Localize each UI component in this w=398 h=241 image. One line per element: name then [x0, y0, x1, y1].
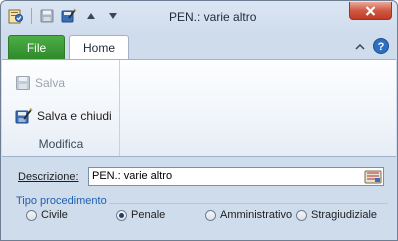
minimize-ribbon-icon[interactable] — [355, 41, 365, 54]
form-area: Descrizione: PEN.: varie altro Tipo proc… — [2, 158, 396, 240]
radio-stragiudiziale[interactable]: Stragiudiziale — [296, 209, 377, 221]
close-icon — [365, 5, 376, 16]
radio-label: Stragiudiziale — [311, 209, 378, 221]
radio-civile[interactable]: Civile — [26, 209, 68, 221]
window-title: PEN.: varie altro — [169, 10, 257, 24]
save-label: Salva — [35, 76, 66, 90]
descrizione-input[interactable]: PEN.: varie altro — [88, 167, 384, 186]
radio-button[interactable] — [205, 209, 216, 221]
app-window: PEN.: varie altro File Home ? Salva Salv… — [0, 0, 398, 241]
help-icon[interactable]: ? — [373, 38, 389, 57]
ribbon-group-modifica: Salva Salva e chiudi Modifica — [2, 60, 120, 156]
save-close-label: Salva e chiudi — [37, 109, 112, 123]
lookup-book-icon — [364, 170, 381, 183]
tab-home[interactable]: Home — [69, 35, 129, 60]
descrizione-lookup-button[interactable] — [362, 168, 383, 185]
radio-amministrativo[interactable]: Amministrativo — [205, 209, 292, 221]
radio-button[interactable] — [26, 209, 37, 221]
radio-label: Amministrativo — [220, 209, 293, 221]
svg-text:?: ? — [378, 41, 385, 53]
radio-label: Civile — [41, 209, 68, 221]
group-label-modifica: Modifica — [38, 137, 84, 151]
radio-button[interactable] — [296, 209, 307, 221]
radio-button[interactable] — [116, 209, 127, 221]
radio-label: Penale — [131, 209, 166, 221]
save-close-icon[interactable] — [60, 7, 78, 25]
arrow-down-icon[interactable] — [104, 7, 122, 25]
save-icon[interactable] — [38, 7, 56, 25]
descrizione-label: Descrizione: — [18, 171, 79, 183]
save-icon — [16, 76, 30, 90]
ribbon-panel: Salva Salva e chiudi Modifica — [2, 59, 396, 157]
arrow-up-icon[interactable] — [82, 7, 100, 25]
close-button[interactable] — [349, 2, 392, 20]
quick-access-toolbar — [7, 7, 122, 25]
ribbon-controls: ? — [355, 38, 389, 57]
tipo-procedimento-legend: Tipo procedimento — [14, 195, 109, 207]
toolbar-separator — [31, 8, 32, 24]
app-icon[interactable] — [7, 7, 25, 25]
save-button[interactable]: Salva — [15, 73, 65, 93]
radio-penale[interactable]: Penale — [116, 209, 165, 221]
ribbon-tabs: File Home ? — [1, 32, 397, 60]
tab-file[interactable]: File — [8, 35, 65, 59]
save-close-icon — [15, 107, 33, 124]
title-bar: PEN.: varie altro — [1, 1, 397, 32]
save-and-close-button[interactable]: Salva e chiudi — [15, 106, 112, 126]
